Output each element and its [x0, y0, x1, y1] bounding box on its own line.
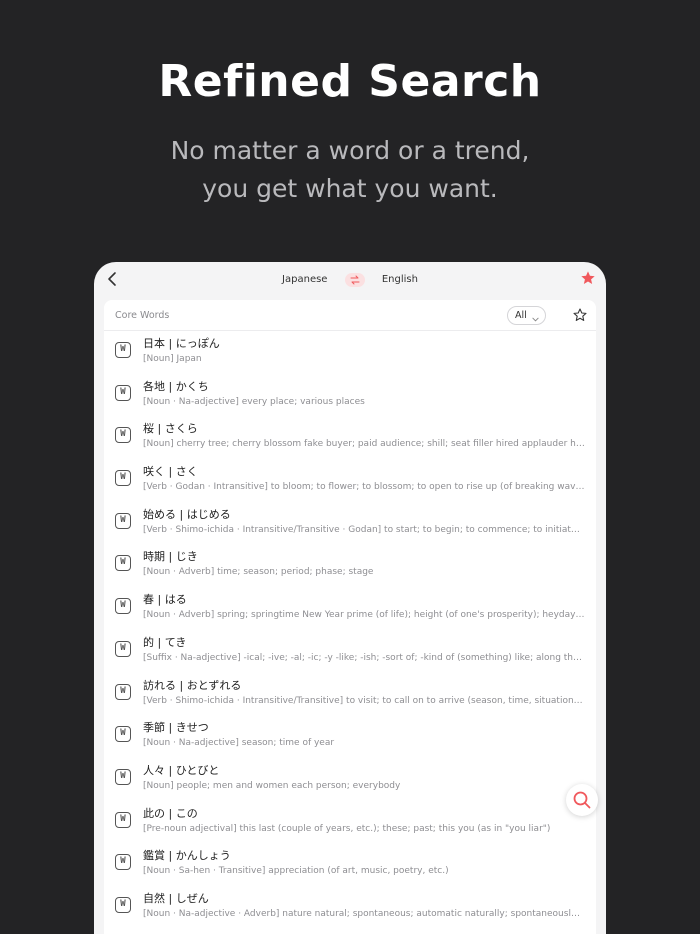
word-icon: W — [115, 726, 131, 743]
entry-word: 季節 | きせつ — [143, 721, 209, 735]
word-icon: W — [115, 342, 131, 358]
favorites-star-icon[interactable] — [580, 270, 596, 286]
entry-word: 時期 | じき — [143, 550, 198, 564]
entry-word: 春 | はる — [143, 593, 187, 607]
entry-meaning: [Noun] people; men and women each person… — [143, 780, 401, 791]
entry-meaning: [Suffix · Na-adjective] -ical; -ive; -al… — [143, 652, 585, 663]
word-icon: W — [115, 896, 131, 913]
search-icon — [573, 791, 591, 809]
word-icon: W — [115, 811, 131, 828]
language-selector: Japanese English — [94, 271, 606, 289]
hero-subtitle-line-2: you get what you want. — [202, 174, 498, 203]
entry-word: 桜 | さくら — [143, 422, 198, 436]
source-language[interactable]: Japanese — [282, 271, 327, 289]
list-item[interactable]: W 各地 | かくち [Noun · Na-adjective] every pla… — [104, 374, 596, 417]
word-icon: W — [115, 598, 131, 615]
entry-word: 各地 | かくち — [143, 379, 209, 393]
entry-meaning: [Noun · Na-adjective · Adverb] nature na… — [143, 908, 585, 919]
swap-languages-icon[interactable] — [344, 273, 365, 287]
hero-title: Refined Search — [158, 56, 542, 107]
nav-bar: Japanese English — [94, 262, 606, 298]
entry-meaning: [Noun · Na-adjective] season; time of ye… — [143, 738, 335, 749]
entry-word: 訪れる | おとずれる — [143, 678, 242, 692]
entry-meaning: [Noun · Adverb] spring; springtime New Y… — [143, 610, 585, 621]
list-item[interactable]: W 訪れる | おとずれる [Verb · Shimo-ichida · Intra… — [104, 673, 596, 716]
list-item[interactable]: W 的 | てき [Suffix · Na-adjective] -ical; -i… — [104, 630, 596, 673]
list-item[interactable]: W 此の | この [Pre-noun adjectival] this last … — [104, 801, 596, 844]
entry-meaning: [Noun · Adverb] time; season; period; ph… — [143, 567, 374, 578]
word-icon: W — [115, 384, 131, 401]
word-icon: W — [115, 555, 131, 572]
list-item[interactable]: W 日本 | にっぽん [Noun] Japan — [104, 331, 596, 374]
device-screen: Japanese English Core Words All W 日本 | に… — [94, 262, 606, 934]
entry-word: 的 | てき — [143, 635, 187, 649]
entry-meaning: [Noun · Sa-hen · Transitive] appreciatio… — [143, 866, 449, 877]
entry-word: 鑑賞 | かんしょう — [143, 849, 231, 863]
word-icon: W — [115, 854, 131, 871]
entry-word: 日本 | にっぽん — [143, 337, 220, 350]
entry-meaning: [Noun] Japan — [143, 354, 202, 364]
list-item[interactable]: W 咲く | さく [Verb · Godan · Intransitive] to… — [104, 459, 596, 502]
word-icon: W — [115, 768, 131, 785]
chevron-down-icon — [532, 312, 539, 322]
list-item[interactable]: W 時期 | じき [Noun · Adverb] time; season; pe… — [104, 544, 596, 587]
entry-meaning: [Pre-noun adjectival] this last (couple … — [143, 823, 551, 834]
word-list-card: Core Words All W 日本 | にっぽん [Noun] Japan W 各地… — [104, 300, 596, 934]
filter-value: All — [515, 310, 527, 321]
list-item[interactable]: W 季節 | きせつ [Noun · Na-adjective] season; t… — [104, 715, 596, 758]
entry-word: 咲く | さく — [143, 465, 198, 479]
hero-subtitle-line-1: No matter a word or a trend, — [170, 136, 530, 165]
entry-word: 此の | この — [143, 806, 198, 820]
list-item[interactable]: W 始める | はじめる [Verb · Shimo-ichida · Intran… — [104, 502, 596, 545]
entry-word: 人々 | ひとびと — [143, 763, 220, 777]
target-language[interactable]: English — [382, 271, 418, 289]
list-item[interactable]: W 自然 | しぜん [Noun · Na-adjective · Adverb] … — [104, 886, 596, 929]
word-icon: W — [115, 427, 131, 444]
section-header: Core Words All — [104, 300, 596, 331]
word-icon: W — [115, 683, 131, 700]
entry-meaning: [Noun] cherry tree; cherry blossom fake … — [143, 439, 585, 450]
filter-dropdown[interactable]: All — [507, 306, 546, 325]
hero-subtitle: No matter a word or a trend, you get wha… — [0, 132, 700, 208]
word-icon: W — [115, 470, 131, 487]
list-item[interactable]: W 春 | はる [Noun · Adverb] spring; springtim… — [104, 587, 596, 630]
star-outline-icon[interactable] — [572, 307, 588, 323]
entry-meaning: [Verb · Shimo-ichida · Intransitive/Tran… — [143, 524, 585, 535]
list-item[interactable]: W 桜 | さくら [Noun] cherry tree; cherry bloss… — [104, 416, 596, 459]
word-icon: W — [115, 512, 131, 529]
entry-word: 始める | はじめる — [143, 507, 231, 521]
search-button[interactable] — [566, 784, 598, 816]
entry-meaning: [Verb · Shimo-ichida · Intransitive/Tran… — [143, 695, 585, 706]
entry-word: 自然 | しぜん — [143, 891, 209, 905]
entry-meaning: [Verb · Godan · Intransitive] to bloom; … — [143, 482, 585, 493]
word-icon: W — [115, 640, 131, 657]
word-list: W 日本 | にっぽん [Noun] Japan W 各地 | かくち [Noun · N… — [104, 331, 596, 929]
section-title: Core Words — [115, 310, 170, 321]
list-item[interactable]: W 人々 | ひとびと [Noun] people; men and women e… — [104, 758, 596, 801]
list-item[interactable]: W 鑑賞 | かんしょう [Noun · Sa-hen · Transitive] … — [104, 843, 596, 886]
entry-meaning: [Noun · Na-adjective] every place; vario… — [143, 396, 365, 407]
